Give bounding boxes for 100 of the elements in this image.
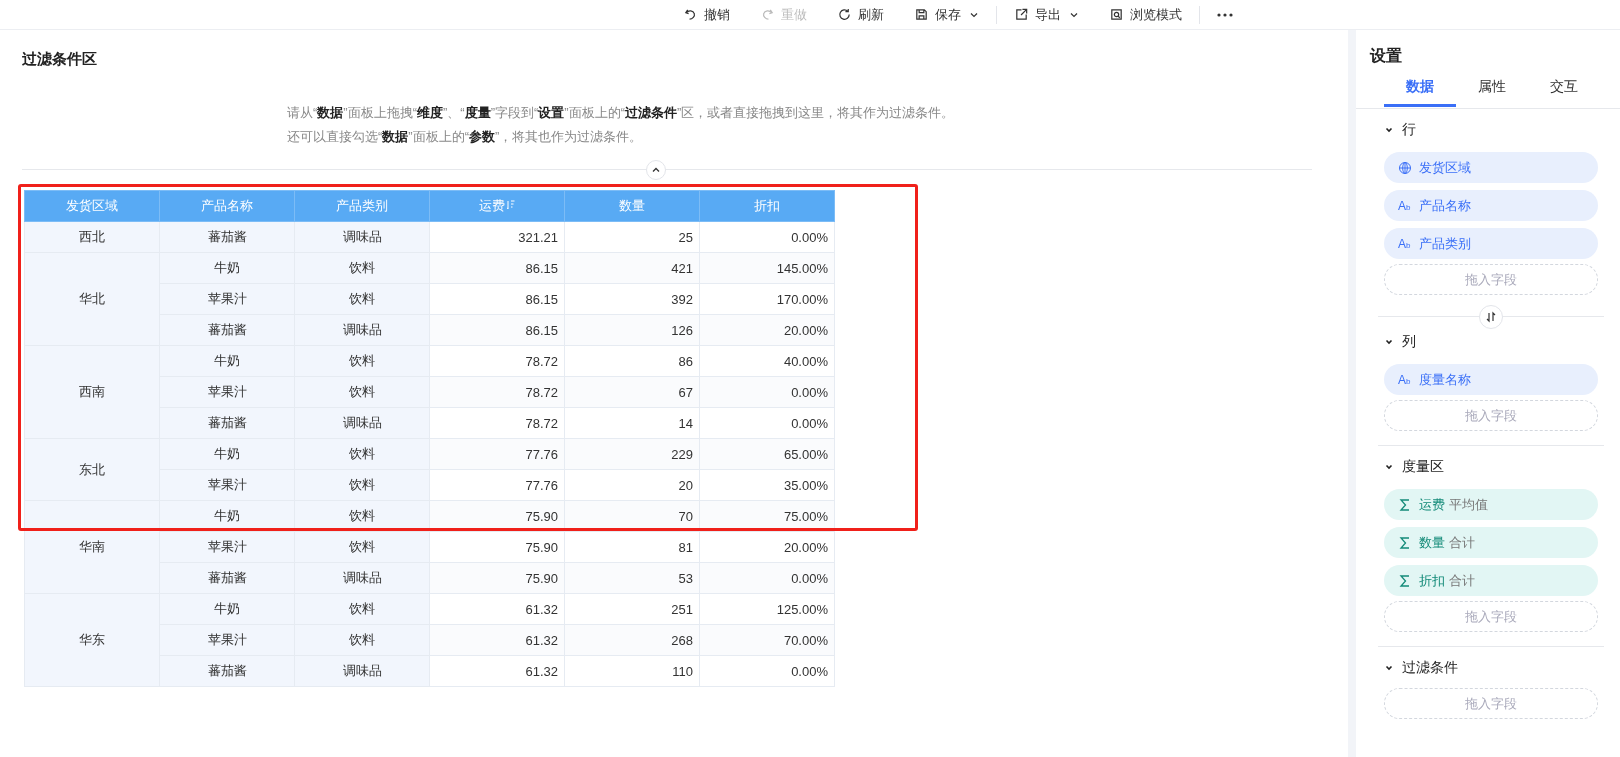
table-cell: 125.00%: [699, 593, 835, 625]
column-header[interactable]: 运费: [429, 190, 565, 222]
table-cell: 0.00%: [699, 655, 835, 687]
table-cell: 饮料: [294, 376, 430, 408]
table-cell: 86: [564, 345, 700, 377]
table-cell: 75.90: [429, 531, 565, 563]
swap-button[interactable]: [1479, 305, 1503, 329]
settings-tab[interactable]: 交互: [1528, 70, 1600, 107]
table-cell: 78.72: [429, 345, 565, 377]
table-cell: 牛奶: [159, 593, 295, 625]
table-cell: 牛奶: [159, 252, 295, 284]
toolbar-button[interactable]: 浏览模式: [1094, 0, 1197, 29]
table-cell: 0.00%: [699, 407, 835, 439]
hint-text: 还可以直接勾选“数据”面板上的“参数”，将其也作为过滤条件。: [287, 128, 644, 146]
table-cell: 牛奶: [159, 345, 295, 377]
section-header[interactable]: 度量区: [1384, 452, 1598, 482]
field-chip[interactable]: 运费 平均值: [1384, 489, 1598, 520]
redo-icon: [760, 7, 775, 22]
table-cell: 苹果汁: [159, 283, 295, 315]
field-chip[interactable]: 折扣 合计: [1384, 565, 1598, 596]
table-cell: 78.72: [429, 376, 565, 408]
table-cell: 蕃茄酱: [159, 562, 295, 594]
table-cell: 421: [564, 252, 700, 284]
table-cell: 调味品: [294, 221, 430, 253]
sigma-icon: [1398, 497, 1412, 512]
table-cell: 61.32: [429, 655, 565, 687]
toolbar-button[interactable]: 刷新: [822, 0, 899, 29]
table-cell: 蕃茄酱: [159, 407, 295, 439]
table-cell: 调味品: [294, 655, 430, 687]
chevron-icon: [1384, 125, 1394, 135]
collapse-button[interactable]: [646, 160, 666, 180]
section-header[interactable]: 过滤条件: [1384, 653, 1598, 683]
toolbar-button[interactable]: 保存: [899, 0, 994, 29]
table-cell: 67: [564, 376, 700, 408]
toolbar-button[interactable]: 撤销: [668, 0, 745, 29]
table-cell: 西北: [24, 221, 160, 253]
table-cell: 华东: [24, 593, 160, 687]
table-cell: 110: [564, 655, 700, 687]
table-cell: 61.32: [429, 624, 565, 656]
section-header[interactable]: 行: [1384, 115, 1598, 145]
table-cell: 53: [564, 562, 700, 594]
export-icon: [1014, 7, 1029, 22]
column-header[interactable]: 折扣: [699, 190, 835, 222]
table-cell: 东北: [24, 438, 160, 501]
table-cell: 蕃茄酱: [159, 655, 295, 687]
table-cell: 饮料: [294, 469, 430, 501]
table-cell: 饮料: [294, 252, 430, 284]
settings-tab[interactable]: 属性: [1456, 70, 1528, 107]
table-cell: 81: [564, 531, 700, 563]
table-cell: 145.00%: [699, 252, 835, 284]
chevron-icon: [1384, 462, 1394, 472]
table-cell: 华北: [24, 252, 160, 346]
table-cell: 调味品: [294, 562, 430, 594]
table-cell: 牛奶: [159, 438, 295, 470]
table-cell: 蕃茄酱: [159, 314, 295, 346]
field-chip[interactable]: 发货区域: [1384, 152, 1598, 183]
swap-icon: [1485, 311, 1497, 323]
settings-tab[interactable]: 数据: [1384, 70, 1456, 107]
table-cell: 饮料: [294, 624, 430, 656]
table-cell: 268: [564, 624, 700, 656]
table-cell: 饮料: [294, 531, 430, 563]
column-header[interactable]: 发货区域: [24, 190, 160, 222]
table-cell: 饮料: [294, 345, 430, 377]
column-header[interactable]: 产品名称: [159, 190, 295, 222]
table-cell: 0.00%: [699, 221, 835, 253]
table-cell: 170.00%: [699, 283, 835, 315]
table-cell: 调味品: [294, 407, 430, 439]
table-cell: 86.15: [429, 252, 565, 284]
table-cell: 饮料: [294, 438, 430, 470]
chevron-up-icon: [651, 165, 661, 175]
section-header[interactable]: 列: [1384, 327, 1598, 357]
table-cell: 25: [564, 221, 700, 253]
refresh-icon: [837, 7, 852, 22]
table-cell: 苹果汁: [159, 469, 295, 501]
column-header[interactable]: 数量: [564, 190, 700, 222]
table-cell: 调味品: [294, 314, 430, 346]
table-cell: 86.15: [429, 314, 565, 346]
table-cell: 321.21: [429, 221, 565, 253]
table-cell: 华南: [24, 500, 160, 594]
area-title: 过滤条件区: [22, 49, 98, 69]
table-cell: 65.00%: [699, 438, 835, 470]
table-cell: 75.90: [429, 562, 565, 594]
sigma-icon: [1398, 535, 1412, 550]
table-cell: 苹果汁: [159, 624, 295, 656]
table-cell: 61.32: [429, 593, 565, 625]
table-cell: 78.72: [429, 407, 565, 439]
table-cell: 蕃茄酱: [159, 221, 295, 253]
table-cell: 20: [564, 469, 700, 501]
globe-icon: [1398, 160, 1412, 175]
toolbar-button[interactable]: 导出: [999, 0, 1094, 29]
table-cell: 西南: [24, 345, 160, 439]
column-header[interactable]: 产品类别: [294, 190, 430, 222]
table-cell: 77.76: [429, 438, 565, 470]
chevron-icon: [1384, 663, 1394, 673]
field-chip[interactable]: 数量 合计: [1384, 527, 1598, 558]
table-cell: 392: [564, 283, 700, 315]
table-cell: 229: [564, 438, 700, 470]
table-cell: 126: [564, 314, 700, 346]
table-cell: 251: [564, 593, 700, 625]
more-icon[interactable]: [1216, 11, 1234, 18]
